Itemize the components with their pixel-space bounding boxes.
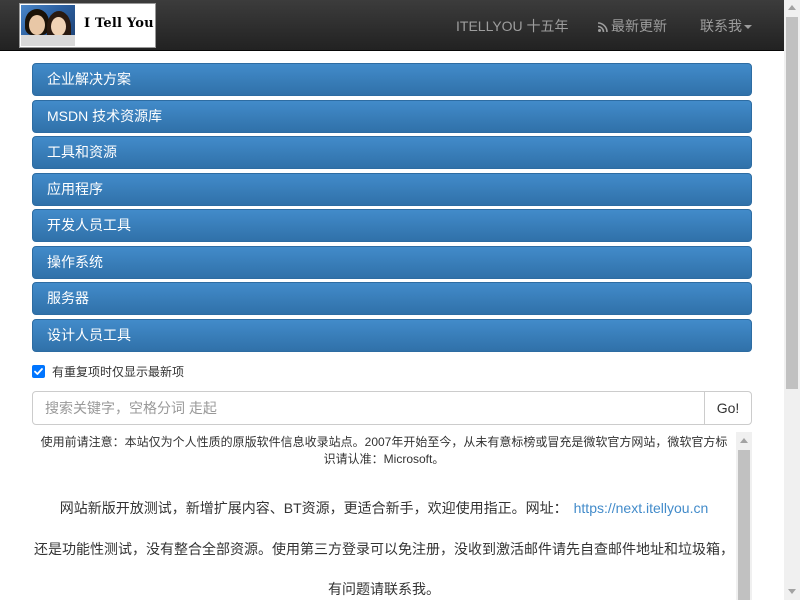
latest-only-checkbox[interactable] bbox=[32, 365, 45, 378]
notice-line-testing: 还是功能性测试，没有整合全部资源。使用第三方登录可以免注册，没收到激活邮件请先自… bbox=[34, 541, 734, 557]
checkmark-icon bbox=[34, 368, 43, 375]
nav-contact-dropdown[interactable]: 联系我 bbox=[700, 16, 752, 36]
notice-disclaimer: 使用前请注意：本站仅为个人性质的原版软件信息收录站点。2007年开始至今，从未有… bbox=[40, 435, 728, 466]
page-scrollbar-thumb[interactable] bbox=[786, 17, 798, 389]
logo-text: I Tell You bbox=[84, 16, 154, 31]
nav-fifteen-years-link[interactable]: ITELLYOU 十五年 bbox=[456, 16, 569, 36]
category-msdn-library[interactable]: MSDN 技术资源库 bbox=[32, 99, 752, 133]
scroll-up-arrow-icon[interactable] bbox=[788, 5, 796, 10]
notice-line-contact: 有问题请联系我。 bbox=[328, 581, 440, 597]
category-operating-systems[interactable]: 操作系统 bbox=[32, 245, 752, 279]
site-logo[interactable]: I Tell You bbox=[19, 3, 156, 48]
latest-only-label[interactable]: 有重复项时仅显示最新项 bbox=[52, 364, 184, 380]
navbar: I Tell You ITELLYOU 十五年 最新更新 联系我 bbox=[0, 0, 784, 51]
notice-scrollbar-thumb[interactable] bbox=[738, 450, 750, 600]
nav-latest-updates-label: 最新更新 bbox=[611, 18, 667, 34]
page-scrollbar[interactable] bbox=[784, 0, 800, 600]
nav-contact-label: 联系我 bbox=[700, 18, 742, 34]
category-designer-tools[interactable]: 设计人员工具 bbox=[32, 318, 752, 352]
notice-scrollbar[interactable] bbox=[736, 432, 752, 600]
logo-image bbox=[21, 5, 75, 46]
notice-new-site-text: 网站新版开放测试，新增扩展内容、BT资源，更适合新手，欢迎使用指正。网址： bbox=[59, 500, 568, 516]
notice-scroll-up-arrow-icon[interactable] bbox=[740, 438, 748, 443]
category-enterprise-solutions[interactable]: 企业解决方案 bbox=[32, 63, 752, 96]
category-tools-resources[interactable]: 工具和资源 bbox=[32, 136, 752, 169]
notice-line-new-site: 网站新版开放测试，新增扩展内容、BT资源，更适合新手，欢迎使用指正。网址： htt… bbox=[32, 498, 736, 518]
scroll-down-arrow-icon[interactable] bbox=[788, 589, 796, 594]
rss-icon bbox=[598, 22, 608, 32]
search-input[interactable] bbox=[32, 391, 705, 425]
notice-content: 使用前请注意：本站仅为个人性质的原版软件信息收录站点。2007年开始至今，从未有… bbox=[32, 432, 736, 597]
category-servers[interactable]: 服务器 bbox=[32, 282, 752, 315]
category-applications[interactable]: 应用程序 bbox=[32, 172, 752, 206]
category-developer-tools[interactable]: 开发人员工具 bbox=[32, 209, 752, 242]
search-go-button[interactable]: Go! bbox=[704, 391, 752, 425]
nav-latest-updates-link[interactable]: 最新更新 bbox=[598, 16, 667, 36]
notice-panel: 使用前请注意：本站仅为个人性质的原版软件信息收录站点。2007年开始至今，从未有… bbox=[32, 432, 752, 600]
caret-down-icon bbox=[744, 25, 752, 29]
category-accordion: 企业解决方案 MSDN 技术资源库 工具和资源 应用程序 开发人员工具 操作系统… bbox=[32, 63, 752, 355]
new-site-link[interactable]: https://next.itellyou.cn bbox=[574, 500, 709, 516]
